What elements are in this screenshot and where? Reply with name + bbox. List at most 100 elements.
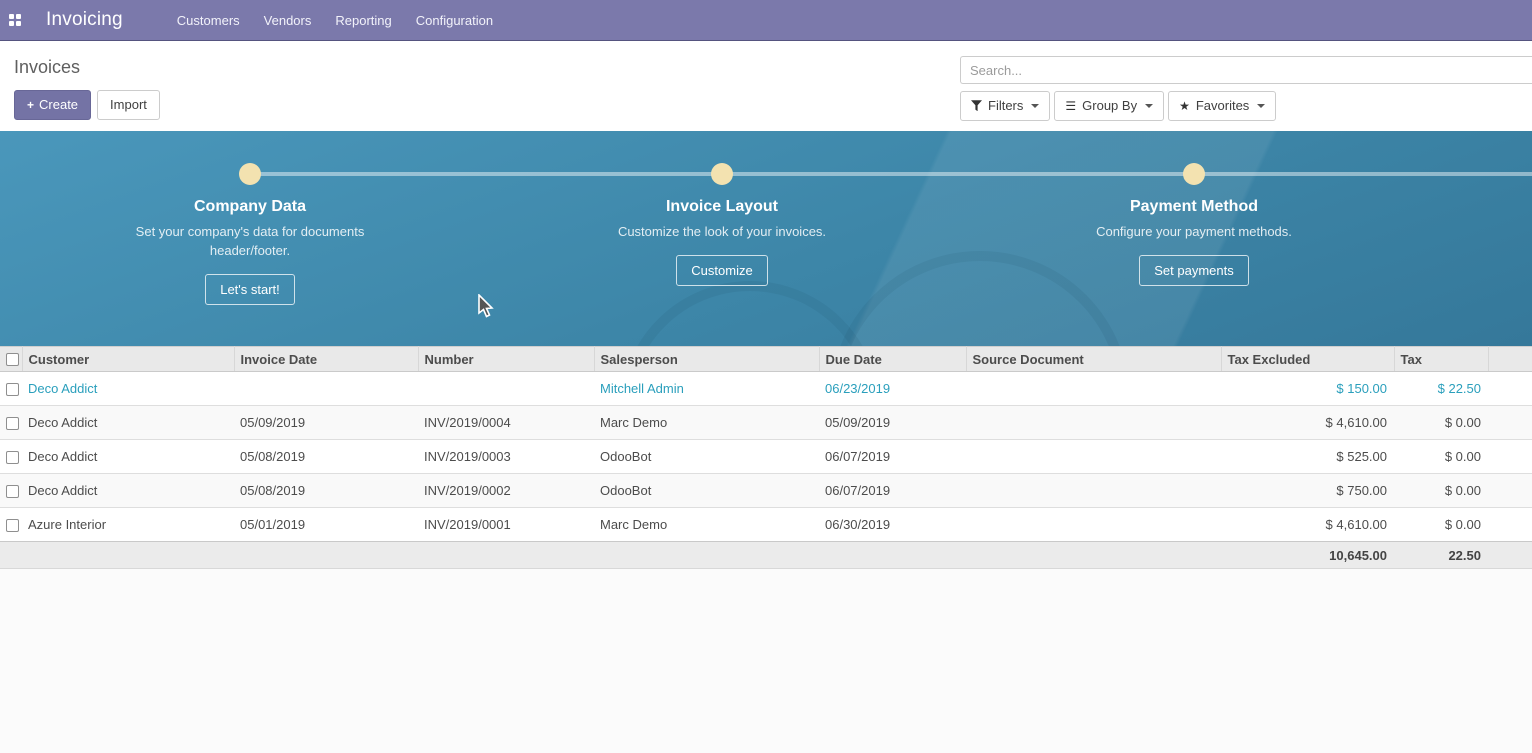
row-select-cell bbox=[0, 508, 22, 542]
tax-excluded-cell: $ 750.00 bbox=[1221, 474, 1394, 508]
row-checkbox[interactable] bbox=[6, 451, 19, 464]
top-navbar: Invoicing Customers Vendors Reporting Co… bbox=[0, 0, 1532, 41]
due-date-cell: 06/23/2019 bbox=[819, 372, 966, 406]
group-by-button[interactable]: ☰ Group By bbox=[1054, 91, 1164, 121]
table-row[interactable]: Deco Addict 05/09/2019 INV/2019/0004 Mar… bbox=[0, 406, 1532, 440]
column-header-customer[interactable]: Customer bbox=[22, 347, 234, 372]
row-select-cell bbox=[0, 406, 22, 440]
bars-icon: ☰ bbox=[1065, 99, 1076, 113]
column-header-invoice-date[interactable]: Invoice Date bbox=[234, 347, 418, 372]
column-header-due-date[interactable]: Due Date bbox=[819, 347, 966, 372]
group-by-button-label: Group By bbox=[1082, 98, 1137, 114]
banner-decoration bbox=[620, 281, 880, 346]
onboarding-step-company-data: Company Data Set your company's data for… bbox=[100, 163, 400, 305]
set-payments-button[interactable]: Set payments bbox=[1139, 255, 1249, 286]
favorites-button[interactable]: ★ Favorites bbox=[1168, 91, 1276, 121]
table-row[interactable]: Deco Addict 05/08/2019 INV/2019/0002 Odo… bbox=[0, 474, 1532, 508]
caret-down-icon bbox=[1145, 104, 1153, 108]
favorites-button-label: Favorites bbox=[1196, 98, 1249, 114]
step-dot bbox=[711, 163, 733, 185]
tax-cell: $ 0.00 bbox=[1394, 406, 1488, 440]
breadcrumb: Invoices bbox=[14, 57, 80, 78]
table-row[interactable]: Deco Addict Mitchell Admin 06/23/2019 $ … bbox=[0, 372, 1532, 406]
invoice-date-cell: 05/08/2019 bbox=[234, 440, 418, 474]
filter-icon bbox=[971, 100, 982, 111]
customize-button[interactable]: Customize bbox=[676, 255, 767, 286]
step-description: Configure your payment methods. bbox=[1096, 223, 1292, 242]
customer-cell: Deco Addict bbox=[22, 440, 234, 474]
invoice-date-cell: 05/09/2019 bbox=[234, 406, 418, 440]
row-checkbox[interactable] bbox=[6, 417, 19, 430]
invoicing-page: Invoicing Customers Vendors Reporting Co… bbox=[0, 0, 1532, 753]
invoice-date-cell: 05/01/2019 bbox=[234, 508, 418, 542]
onboarding-banner: Company Data Set your company's data for… bbox=[0, 131, 1532, 346]
row-select-cell bbox=[0, 440, 22, 474]
app-name[interactable]: Invoicing bbox=[46, 9, 123, 31]
column-header-number[interactable]: Number bbox=[418, 347, 594, 372]
tax-excluded-cell: $ 4,610.00 bbox=[1221, 406, 1394, 440]
tax-cell: $ 22.50 bbox=[1394, 372, 1488, 406]
salesperson-cell: Marc Demo bbox=[594, 508, 819, 542]
due-date-cell: 05/09/2019 bbox=[819, 406, 966, 440]
column-header-source-document[interactable]: Source Document bbox=[966, 347, 1221, 372]
number-cell: INV/2019/0004 bbox=[418, 406, 594, 440]
tax-total: 22.50 bbox=[1394, 542, 1488, 569]
search-input[interactable] bbox=[960, 56, 1532, 84]
filters-button[interactable]: Filters bbox=[960, 91, 1050, 121]
filters-button-label: Filters bbox=[988, 98, 1023, 114]
number-cell: INV/2019/0001 bbox=[418, 508, 594, 542]
row-checkbox[interactable] bbox=[6, 383, 19, 396]
table-row[interactable]: Deco Addict 05/08/2019 INV/2019/0003 Odo… bbox=[0, 440, 1532, 474]
row-checkbox[interactable] bbox=[6, 485, 19, 498]
table-header-row: Customer Invoice Date Number Salesperson… bbox=[0, 347, 1532, 372]
due-date-cell: 06/07/2019 bbox=[819, 440, 966, 474]
source-document-cell bbox=[966, 440, 1221, 474]
nav-menu-item-vendors[interactable]: Vendors bbox=[252, 0, 324, 40]
star-icon: ★ bbox=[1179, 99, 1190, 113]
table-footer-row: 10,645.00 22.50 bbox=[0, 542, 1532, 569]
customer-cell: Azure Interior bbox=[22, 508, 234, 542]
nav-menu-item-reporting[interactable]: Reporting bbox=[323, 0, 403, 40]
column-header-salesperson[interactable]: Salesperson bbox=[594, 347, 819, 372]
column-header-tax-excluded[interactable]: Tax Excluded bbox=[1221, 347, 1394, 372]
table-row[interactable]: Azure Interior 05/01/2019 INV/2019/0001 … bbox=[0, 508, 1532, 542]
source-document-cell bbox=[966, 372, 1221, 406]
step-title: Invoice Layout bbox=[666, 198, 778, 216]
apps-grid-icon[interactable] bbox=[9, 14, 22, 27]
plus-icon: + bbox=[27, 98, 34, 112]
tax-cell: $ 0.00 bbox=[1394, 474, 1488, 508]
salesperson-cell: OdooBot bbox=[594, 474, 819, 508]
onboarding-step-payment-method: Payment Method Configure your payment me… bbox=[1044, 163, 1344, 286]
customer-cell: Deco Addict bbox=[22, 474, 234, 508]
step-title: Company Data bbox=[194, 198, 306, 216]
step-title: Payment Method bbox=[1130, 198, 1258, 216]
salesperson-cell: OdooBot bbox=[594, 440, 819, 474]
import-button[interactable]: Import bbox=[97, 90, 160, 120]
column-header-spacer bbox=[1488, 347, 1532, 372]
control-panel: Invoices +Create Import Filters ☰ Group … bbox=[0, 41, 1532, 131]
caret-down-icon bbox=[1257, 104, 1265, 108]
select-all-checkbox[interactable] bbox=[6, 353, 19, 366]
source-document-cell bbox=[966, 474, 1221, 508]
source-document-cell bbox=[966, 406, 1221, 440]
create-button[interactable]: +Create bbox=[14, 90, 91, 120]
row-checkbox[interactable] bbox=[6, 519, 19, 532]
number-cell: INV/2019/0002 bbox=[418, 474, 594, 508]
column-header-tax[interactable]: Tax bbox=[1394, 347, 1488, 372]
row-select-cell bbox=[0, 474, 22, 508]
search-panel: Filters ☰ Group By ★ Favorites bbox=[960, 56, 1532, 121]
lets-start-button[interactable]: Let's start! bbox=[205, 274, 295, 305]
step-description: Customize the look of your invoices. bbox=[618, 223, 826, 242]
tax-excluded-cell: $ 525.00 bbox=[1221, 440, 1394, 474]
salesperson-cell: Marc Demo bbox=[594, 406, 819, 440]
invoice-table: Customer Invoice Date Number Salesperson… bbox=[0, 346, 1532, 569]
tax-excluded-total: 10,645.00 bbox=[1221, 542, 1394, 569]
nav-menu: Customers Vendors Reporting Configuratio… bbox=[165, 0, 505, 40]
nav-menu-item-customers[interactable]: Customers bbox=[165, 0, 252, 40]
nav-menu-item-configuration[interactable]: Configuration bbox=[404, 0, 505, 40]
salesperson-cell: Mitchell Admin bbox=[594, 372, 819, 406]
action-buttons: +Create Import bbox=[14, 90, 160, 120]
step-dot bbox=[239, 163, 261, 185]
onboarding-step-invoice-layout: Invoice Layout Customize the look of you… bbox=[572, 163, 872, 286]
number-cell: INV/2019/0003 bbox=[418, 440, 594, 474]
